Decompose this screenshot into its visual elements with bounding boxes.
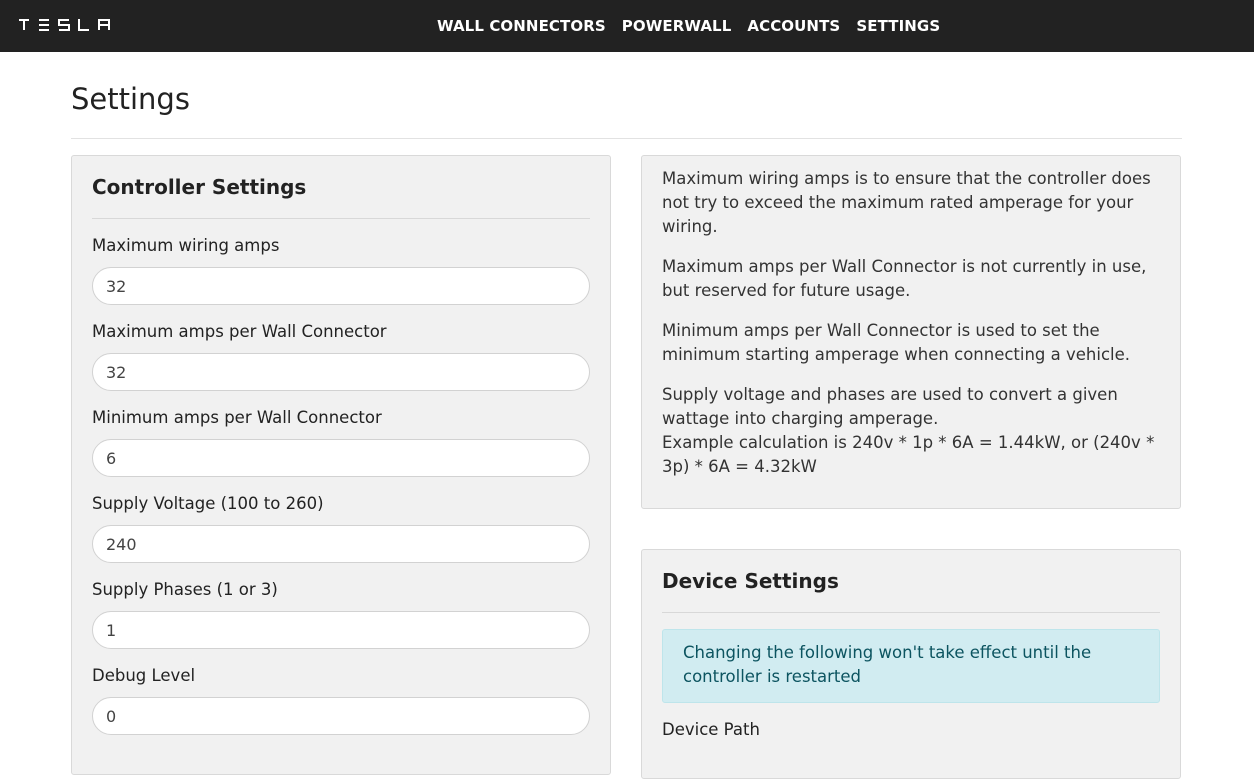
controller-settings-card: Controller Settings Maximum wiring amps … bbox=[71, 155, 611, 775]
supply-voltage-input[interactable] bbox=[92, 525, 590, 563]
controller-settings-heading: Controller Settings bbox=[92, 175, 307, 199]
min-amps-per-wc-label: Minimum amps per Wall Connector bbox=[92, 408, 382, 427]
restart-warning-alert: Changing the following won't take effect… bbox=[662, 629, 1160, 703]
help-supply-voltage-phases: Supply voltage and phases are used to co… bbox=[662, 385, 1118, 428]
max-amps-per-wc-label: Maximum amps per Wall Connector bbox=[92, 322, 387, 341]
device-path-label: Device Path bbox=[662, 720, 760, 739]
nav-powerwall[interactable]: POWERWALL bbox=[614, 17, 740, 35]
tesla-logo[interactable] bbox=[18, 17, 118, 33]
help-min-amps-per-wc: Minimum amps per Wall Connector is used … bbox=[662, 321, 1131, 364]
supply-voltage-label: Supply Voltage (100 to 260) bbox=[92, 494, 324, 513]
settings-help-card: Maximum wiring amps is to ensure that th… bbox=[641, 155, 1181, 509]
help-max-amps-per-wc: Maximum amps per Wall Connector is not c… bbox=[662, 257, 1147, 300]
help-max-wiring-amps: Maximum wiring amps is to ensure that th… bbox=[662, 169, 1151, 236]
max-wiring-amps-label: Maximum wiring amps bbox=[92, 236, 280, 255]
controller-settings-divider bbox=[92, 218, 590, 219]
nav-wall-connectors[interactable]: WALL CONNECTORS bbox=[429, 17, 614, 35]
nav-accounts[interactable]: ACCOUNTS bbox=[739, 17, 848, 35]
main-nav: WALL CONNECTORS POWERWALL ACCOUNTS SETTI… bbox=[429, 0, 948, 52]
device-settings-heading: Device Settings bbox=[662, 569, 839, 593]
min-amps-per-wc-input[interactable] bbox=[92, 439, 590, 477]
nav-settings[interactable]: SETTINGS bbox=[848, 17, 948, 35]
help-example-calculation: Example calculation is 240v * 1p * 6A = … bbox=[662, 433, 1155, 476]
supply-phases-input[interactable] bbox=[92, 611, 590, 649]
device-settings-card: Device Settings Changing the following w… bbox=[641, 549, 1181, 779]
max-amps-per-wc-input[interactable] bbox=[92, 353, 590, 391]
top-navbar: WALL CONNECTORS POWERWALL ACCOUNTS SETTI… bbox=[0, 0, 1254, 52]
max-wiring-amps-input[interactable] bbox=[92, 267, 590, 305]
page-title: Settings bbox=[71, 82, 190, 116]
debug-level-input[interactable] bbox=[92, 697, 590, 735]
supply-phases-label: Supply Phases (1 or 3) bbox=[92, 580, 278, 599]
debug-level-label: Debug Level bbox=[92, 666, 196, 685]
device-settings-divider bbox=[662, 612, 1160, 613]
title-divider bbox=[71, 138, 1182, 139]
